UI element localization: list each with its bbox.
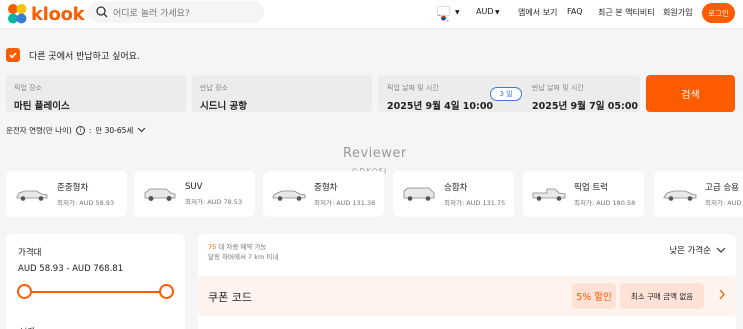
logo-text: klook — [31, 3, 85, 25]
available-count-suffix: 대 차량 예약 가능 — [216, 243, 267, 251]
car-type-price: 최저가: AUD 131.38 — [314, 199, 376, 207]
car-type-card[interactable]: 픽업 트럭 최저가: AUD 180.58 — [523, 171, 644, 217]
car-type-name: 중형차 — [314, 183, 338, 193]
coupon-code-banner[interactable]: 쿠폰 코드 5% 할인 최소 구매 금액 없음 — [198, 276, 736, 316]
check-icon — [9, 52, 17, 59]
nav-signup[interactable]: 회원가입 — [663, 7, 692, 18]
login-button[interactable]: 로그인 — [702, 3, 735, 23]
return-location-field[interactable]: 반납 장소 시드니 공항 — [192, 75, 372, 112]
car-type-price: 최저가: AUD 78.53 — [185, 198, 243, 206]
car-type-price: 최저가: AUD — [705, 199, 742, 207]
info-icon[interactable]: i — [75, 126, 85, 135]
suv-car-icon — [144, 188, 176, 201]
pickup-truck-icon — [532, 188, 566, 201]
chevron-down-icon — [137, 126, 146, 135]
car-type-price: 최저가: AUD 131.75 — [444, 199, 506, 207]
sort-dropdown[interactable]: 낮은 가격순 — [669, 244, 726, 256]
pickup-location-label: 픽업 장소 — [14, 84, 42, 92]
coupon-title: 쿠폰 코드 — [208, 291, 252, 304]
top-bar: klook 어디로 놀러 가세요? ▼ AUD ▼ 앱에서 보기 FAQ 최근 … — [0, 0, 743, 28]
return-location-value: 시드니 공항 — [200, 101, 248, 112]
results-panel: 75 대 차량 예약 가능 달링 하버에서 7 km 이내 낮은 가격순 쿠폰 … — [198, 234, 736, 329]
date-time-field[interactable]: 픽업 날짜 및 시간 2025년 9월 4일 10:00 3 일 반납 날짜 및… — [378, 75, 640, 112]
sort-label: 낮은 가격순 — [669, 246, 711, 256]
return-elsewhere-option[interactable]: 다른 곳에서 반납하고 싶어요. — [6, 48, 140, 62]
return-elsewhere-label: 다른 곳에서 반납하고 싶어요. — [29, 51, 140, 62]
price-slider-min-handle[interactable] — [16, 284, 32, 299]
language-chevron-icon[interactable]: ▼ — [455, 9, 460, 16]
search-input[interactable]: 어디로 놀러 가세요? — [88, 1, 264, 23]
search-placeholder: 어디로 놀러 가세요? — [113, 8, 190, 19]
flag-emblem — [438, 14, 449, 22]
driver-age-selector[interactable]: 운전자 연령(만 나이) i : 만 30-65세 — [6, 125, 146, 136]
return-datetime-label: 반납 날짜 및 시간 — [532, 84, 584, 92]
header-divider — [0, 28, 743, 29]
car-type-card[interactable]: 승합차 최저가: AUD 131.75 — [393, 171, 514, 217]
return-location-label: 반납 장소 — [200, 84, 228, 92]
near-location-text: 달링 하버에서 7 km 이내 — [208, 253, 279, 261]
sedan-car-icon — [16, 190, 48, 201]
nav-recent[interactable]: 최근 본 액티비티 — [598, 7, 655, 18]
price-slider-track[interactable] — [24, 291, 166, 293]
car-type-card[interactable]: 준중형차 최저가: AUD 58.93 — [6, 171, 127, 217]
nav-faq[interactable]: FAQ — [567, 7, 583, 16]
chevron-right-icon[interactable] — [718, 289, 726, 303]
available-count: 75 대 차량 예약 가능 — [208, 241, 266, 251]
price-filter-title: 가격대 — [18, 248, 42, 258]
klook-logo-icon — [8, 4, 27, 24]
car-type-card[interactable]: 중형차 최저가: AUD 131.38 — [263, 171, 384, 217]
van-car-icon — [403, 187, 435, 201]
car-type-card[interactable]: SUV 최저가: AUD 78.53 — [134, 171, 255, 217]
return-datetime-value: 2025년 9월 7일 05:00 — [532, 101, 639, 112]
pickup-datetime[interactable]: 픽업 날짜 및 시간 2025년 9월 4일 10:00 — [387, 83, 493, 112]
driver-age-label: 운전자 연령(만 나이) — [6, 126, 72, 135]
car-type-name: 픽업 트럭 — [574, 183, 608, 193]
car-type-name: 준중형차 — [57, 183, 89, 193]
pickup-datetime-label: 픽업 날짜 및 시간 — [387, 84, 439, 92]
pickup-location-value: 마틴 플레이스 — [14, 101, 70, 112]
car-type-card[interactable]: 고급 승용 최저가: AUD — [654, 171, 743, 217]
luxury-car-icon — [663, 190, 697, 201]
return-elsewhere-checkbox[interactable] — [6, 48, 20, 62]
search-button[interactable]: 검색 — [646, 75, 735, 112]
coupon-min-badge: 최소 구매 금액 없음 — [620, 283, 704, 309]
pickup-datetime-value: 2025년 9월 4일 10:00 — [387, 101, 494, 112]
price-slider-max-handle[interactable] — [158, 284, 174, 299]
currency-selector[interactable]: AUD — [476, 7, 494, 16]
driver-age-separator: : — [88, 126, 92, 135]
midsize-car-icon — [272, 190, 306, 201]
return-datetime[interactable]: 반납 날짜 및 시간 2025년 9월 7일 05:00 — [532, 83, 638, 112]
filter-panel: 가격대 AUD 58.93 - AUD 768.81 브랜 — [6, 234, 185, 329]
car-type-name: 승합차 — [444, 183, 468, 193]
watermark-title: Reviewer — [343, 146, 407, 161]
driver-age-value: 만 30-65세 — [95, 126, 134, 135]
car-type-name: 고급 승용 — [705, 183, 739, 193]
rental-days-badge: 3 일 — [490, 87, 522, 101]
currency-chevron-icon[interactable]: ▼ — [495, 9, 500, 16]
price-range-value: AUD 58.93 - AUD 768.81 — [18, 264, 124, 274]
car-type-price: 최저가: AUD 58.93 — [57, 199, 115, 207]
car-type-price: 최저가: AUD 180.58 — [574, 199, 636, 207]
coupon-discount-badge: 5% 할인 — [572, 283, 616, 309]
car-type-name: SUV — [185, 182, 203, 192]
pickup-location-field[interactable]: 픽업 장소 마틴 플레이스 — [6, 75, 186, 112]
chevron-down-icon — [716, 247, 726, 253]
korea-flag-icon[interactable] — [437, 6, 450, 22]
nav-app[interactable]: 앱에서 보기 — [518, 7, 557, 18]
klook-logo[interactable]: klook — [6, 3, 85, 25]
search-icon — [96, 6, 108, 18]
